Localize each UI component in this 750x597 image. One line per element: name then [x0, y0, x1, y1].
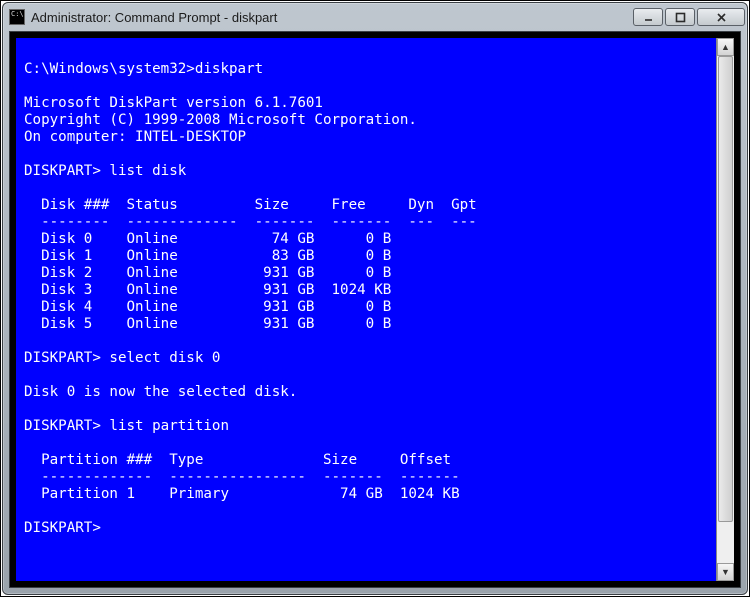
close-icon [716, 12, 727, 23]
minimize-icon [643, 12, 654, 23]
client-area: C:\Windows\system32>diskpart Microsoft D… [9, 31, 741, 588]
command-prompt-window: Administrator: Command Prompt - diskpart… [2, 2, 748, 595]
maximize-icon [675, 12, 686, 23]
scroll-thumb[interactable] [718, 56, 733, 522]
scroll-up-button[interactable]: ▲ [717, 38, 734, 56]
maximize-button[interactable] [665, 8, 695, 26]
vertical-scrollbar[interactable]: ▲ ▼ [716, 38, 734, 581]
close-button[interactable] [697, 8, 745, 26]
window-title: Administrator: Command Prompt - diskpart [31, 10, 631, 25]
scroll-down-button[interactable]: ▼ [717, 563, 734, 581]
cmd-icon [9, 9, 25, 25]
terminal-output[interactable]: C:\Windows\system32>diskpart Microsoft D… [16, 38, 716, 581]
scroll-track[interactable] [717, 56, 734, 563]
titlebar[interactable]: Administrator: Command Prompt - diskpart [3, 3, 747, 31]
minimize-button[interactable] [633, 8, 663, 26]
window-controls [631, 8, 745, 26]
